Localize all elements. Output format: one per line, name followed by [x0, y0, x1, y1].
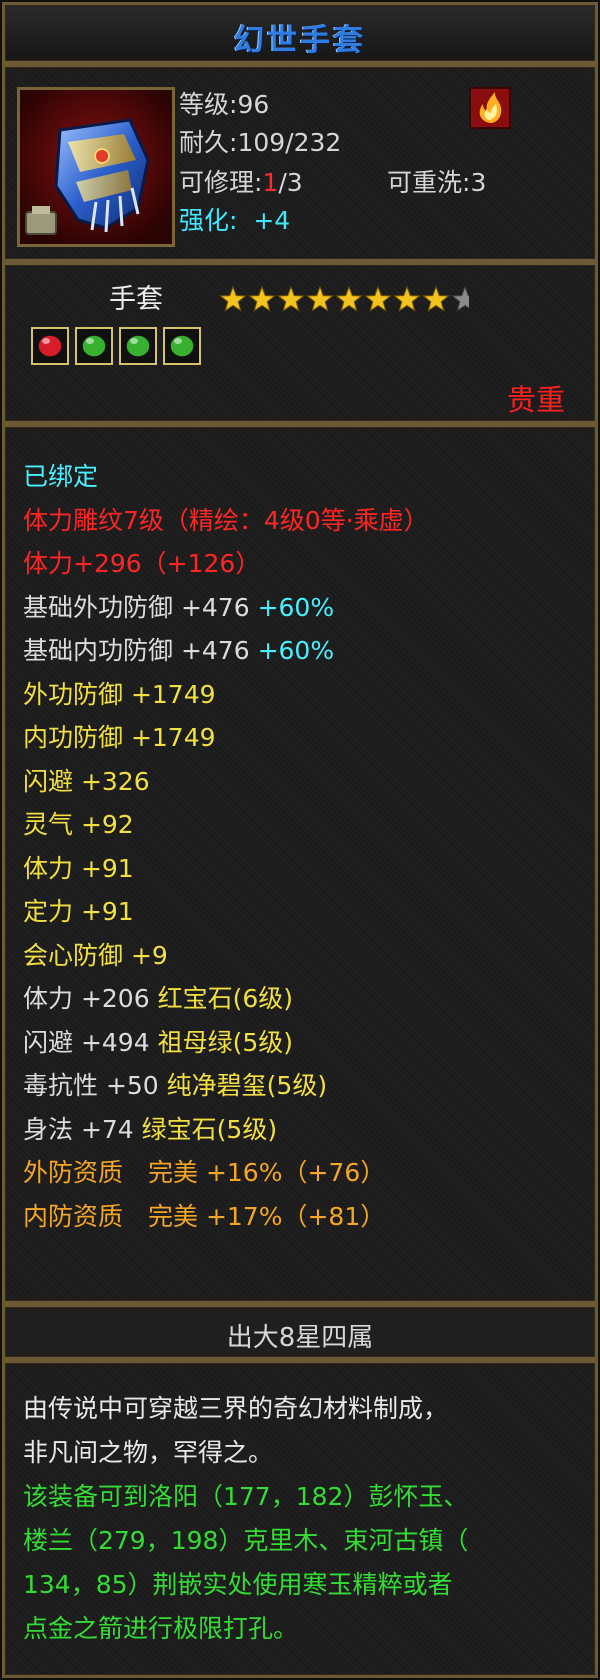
- attributes-panel: 已绑定体力雕纹7级（精绘：4级0等·乘虚） 体力+296（+126） 基础外功防御 …: [2, 424, 598, 1304]
- attribute-row: 外功防御 +1749: [23, 675, 429, 719]
- attribute-text: 体力+296（+126）: [23, 549, 261, 578]
- description-line: 楼兰（279，198）克里木、束河古镇（: [23, 1526, 469, 1555]
- enhance-value: +4: [253, 206, 291, 235]
- attribute-row: 外防资质 完美 +16%（+76）: [23, 1153, 429, 1197]
- star-filled-icon: [335, 285, 363, 312]
- attribute-gem-source: 祖母绿(5级): [149, 1027, 293, 1057]
- attribute-row: 身法 +74 绿宝石(5级): [23, 1110, 429, 1154]
- description-line: 134，85）荆嵌实处使用寒玉精粹或者: [23, 1570, 453, 1599]
- attribute-text: 已绑定: [23, 462, 99, 491]
- enhance-label: 强化: [179, 206, 230, 235]
- repair-stat: 可修理:1/3: [179, 168, 303, 197]
- repair-current: 1: [262, 168, 279, 197]
- attribute-text: 体力雕纹7级（精绘：4级0等·乘虚）: [23, 505, 429, 535]
- attribute-list: 已绑定体力雕纹7级（精绘：4级0等·乘虚） 体力+296（+126） 基础外功防御 …: [23, 457, 429, 1240]
- item-tag: 出大8星四属: [226, 1323, 374, 1353]
- star-rating: [219, 285, 469, 312]
- level-label: 等级: [179, 90, 230, 119]
- attribute-row: 已绑定: [23, 457, 429, 501]
- star-filled-icon: [306, 285, 334, 312]
- star-filled-icon: [393, 285, 421, 312]
- attribute-text: 外功防御 +1749: [23, 679, 216, 709]
- description-list: 由传说中可穿越三界的奇幻材料制成， 非凡间之物，罕得之。该装备可到洛阳（177，1…: [23, 1389, 583, 1653]
- item-title: 幻世手套: [234, 23, 366, 58]
- durability-value: 109/232: [237, 128, 342, 157]
- green-gem-icon[interactable]: [163, 327, 201, 365]
- item-info-panel: 等级:96 耐久:109/232 可修理:1/3 可重洗:3 强化: +4: [2, 64, 598, 262]
- attribute-text: 毒抗性 +50: [23, 1071, 159, 1100]
- rewash-label: 可重洗: [387, 168, 463, 197]
- attribute-gem-source: 红宝石(6级): [149, 984, 293, 1013]
- attribute-row: 基础内功防御 +476 +60%: [23, 631, 429, 675]
- blue-gauntlet-icon: [20, 90, 172, 244]
- attribute-row: 内功防御 +1749: [23, 718, 429, 762]
- attribute-row: 体力 +206 红宝石(6级): [23, 979, 429, 1023]
- green-gem-icon[interactable]: [75, 327, 113, 365]
- attribute-text: 内功防御 +1749: [23, 723, 216, 752]
- attribute-row: 体力雕纹7级（精绘：4级0等·乘虚）: [23, 501, 429, 545]
- item-tag-bar: 出大8星四属: [2, 1304, 598, 1360]
- star-filled-icon: [219, 285, 247, 312]
- repair-label: 可修理: [179, 168, 255, 197]
- item-type-panel: 手套 贵重: [2, 262, 598, 424]
- repair-total: /3: [278, 168, 303, 197]
- star-filled-icon: [364, 285, 392, 312]
- attribute-row: 定力 +91: [23, 892, 429, 936]
- attribute-row: 灵气 +92: [23, 805, 429, 849]
- attribute-row: 会心防御 +9: [23, 936, 429, 980]
- attribute-text: 体力 +206: [23, 984, 150, 1013]
- durability-label: 耐久: [179, 128, 230, 157]
- attribute-text: 外防资质 完美 +16%（+76）: [23, 1158, 386, 1187]
- description-line: 非凡间之物，罕得之。: [23, 1438, 274, 1467]
- attribute-gem-source: 绿宝石(5级): [133, 1114, 278, 1144]
- attribute-text: 定力 +91: [23, 897, 134, 926]
- attribute-text: 体力 +91: [23, 853, 134, 883]
- star-filled-icon: [422, 285, 450, 312]
- star-empty-icon: [451, 285, 469, 312]
- description-line: 该装备可到洛阳（177，182）彭怀玉、: [23, 1482, 469, 1511]
- attribute-row: 体力+296（+126）: [23, 544, 429, 588]
- star-filled-icon: [248, 285, 276, 312]
- attribute-gem-source: 纯净碧玺(5级): [158, 1071, 328, 1100]
- attribute-text: 基础外功防御 +476: [23, 592, 250, 622]
- item-title-bar: 幻世手套: [2, 2, 598, 64]
- star-filled-icon: [277, 285, 305, 312]
- attribute-bonus: +60%: [249, 592, 335, 622]
- description-line: 由传说中可穿越三界的奇幻材料制成，: [23, 1394, 449, 1423]
- enhance-stat: 强化: +4: [179, 206, 291, 235]
- attribute-row: 内防资质 完美 +17%（+81）: [23, 1197, 429, 1241]
- green-gem-icon[interactable]: [119, 327, 157, 365]
- level-stat: 等级:96: [179, 90, 270, 119]
- attribute-text: 内防资质 完美 +17%（+81）: [23, 1201, 386, 1231]
- attribute-row: 闪避 +494 祖母绿(5级): [23, 1023, 429, 1067]
- item-type-label: 手套: [109, 284, 163, 315]
- description-panel: 由传说中可穿越三界的奇幻材料制成， 非凡间之物，罕得之。该装备可到洛阳（177，1…: [2, 1360, 598, 1678]
- rewash-value: 3: [470, 168, 487, 197]
- red-gem-icon[interactable]: [31, 327, 69, 365]
- item-icon-frame[interactable]: [17, 87, 175, 247]
- description-line: 点金之箭进行极限打孔。: [23, 1614, 299, 1643]
- attribute-row: 毒抗性 +50 纯净碧玺(5级): [23, 1066, 429, 1110]
- attribute-text: 身法 +74: [23, 1114, 134, 1144]
- rewash-stat: 可重洗:3: [387, 168, 487, 197]
- attribute-text: 灵气 +92: [23, 810, 134, 839]
- rarity-label: 贵重: [506, 383, 565, 417]
- attribute-row: 基础外功防御 +476 +60%: [23, 588, 429, 632]
- attribute-row: 闪避 +326: [23, 762, 429, 806]
- attribute-text: 闪避 +494: [23, 1027, 150, 1057]
- attribute-text: 会心防御 +9: [23, 940, 168, 970]
- fire-element-icon: [469, 87, 511, 129]
- durability-stat: 耐久:109/232: [179, 128, 342, 157]
- attribute-bonus: +60%: [249, 636, 335, 665]
- level-value: 96: [237, 90, 270, 119]
- attribute-text: 基础内功防御 +476: [23, 636, 250, 665]
- attribute-row: 体力 +91: [23, 849, 429, 893]
- attribute-text: 闪避 +326: [23, 766, 150, 796]
